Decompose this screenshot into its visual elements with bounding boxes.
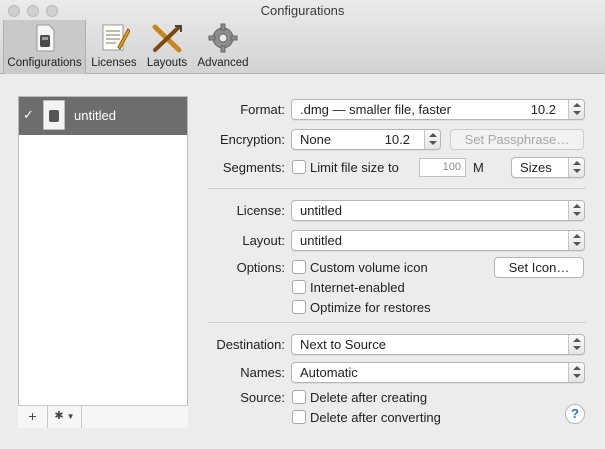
- popup-stepper-icon: [568, 231, 584, 250]
- encryption-version: 10.2: [384, 132, 410, 147]
- names-label: Names:: [240, 365, 285, 380]
- window-titlebar: Configurations Configurations Licenses L…: [0, 0, 605, 74]
- format-popup[interactable]: .dmg — smaller file, faster 10.2: [291, 99, 585, 120]
- optimize-for-restores-label: Optimize for restores: [310, 300, 431, 315]
- options-label: Options:: [236, 260, 285, 275]
- list-footer-bar: + ✱ ▼: [18, 405, 188, 428]
- license-label: License:: [236, 203, 285, 218]
- encryption-popup[interactable]: None 10.2: [291, 129, 441, 150]
- gear-icon: [208, 23, 238, 53]
- license-value: untitled: [300, 203, 342, 218]
- internet-enabled-label: Internet-enabled: [310, 280, 405, 295]
- disk-image-file-icon: [43, 100, 65, 130]
- crossed-tools-icon: [152, 24, 182, 53]
- popup-stepper-icon: [568, 335, 584, 354]
- destination-popup[interactable]: Next to Source: [291, 334, 585, 355]
- set-icon-button[interactable]: Set Icon…: [494, 257, 584, 278]
- section-divider: [208, 188, 586, 189]
- custom-volume-icon-label: Custom volume icon: [310, 260, 428, 275]
- popup-stepper-icon: [568, 363, 584, 382]
- toolbar-tab-advanced[interactable]: Advanced: [194, 20, 252, 74]
- delete-after-creating-checkbox[interactable]: [292, 390, 306, 404]
- layout-popup[interactable]: untitled: [291, 230, 585, 251]
- toolbar-tab-layouts[interactable]: Layouts: [142, 20, 192, 74]
- configuration-list[interactable]: ✓ untitled: [18, 96, 188, 428]
- sizes-popup[interactable]: Sizes: [511, 157, 585, 178]
- document-pen-icon: [102, 24, 130, 51]
- section-divider: [208, 322, 586, 323]
- source-label: Source:: [240, 390, 285, 405]
- toolbar-tab-licenses[interactable]: Licenses: [88, 20, 140, 74]
- delete-after-converting-label: Delete after converting: [310, 410, 441, 425]
- popup-stepper-icon: [568, 201, 584, 220]
- delete-after-converting-checkbox[interactable]: [292, 410, 306, 424]
- toolbar-tab-configurations[interactable]: Configurations: [3, 20, 86, 74]
- format-value: .dmg — smaller file, faster: [300, 102, 451, 117]
- encryption-value: None: [300, 132, 332, 147]
- toolbar-label-advanced: Advanced: [197, 57, 249, 69]
- toolbar-label-configurations: Configurations: [7, 57, 82, 69]
- action-menu-button[interactable]: ✱ ▼: [48, 406, 82, 428]
- list-item-label: untitled: [74, 108, 116, 123]
- popup-stepper-icon: [424, 130, 440, 149]
- checkmark-icon: ✓: [23, 107, 34, 122]
- optimize-for-restores-checkbox[interactable]: [292, 300, 306, 314]
- add-configuration-button[interactable]: +: [18, 406, 48, 428]
- toolbar-label-licenses: Licenses: [91, 57, 137, 69]
- limit-file-size-checkbox[interactable]: [292, 160, 306, 174]
- names-value: Automatic: [300, 365, 358, 380]
- internet-enabled-checkbox[interactable]: [292, 280, 306, 294]
- format-version: 10.2: [530, 102, 556, 117]
- list-item[interactable]: ✓ untitled: [19, 97, 187, 135]
- layout-label: Layout:: [242, 233, 285, 248]
- names-popup[interactable]: Automatic: [291, 362, 585, 383]
- size-unit-label: M: [473, 160, 484, 175]
- window-title: Configurations: [260, 3, 345, 18]
- popup-stepper-icon: [568, 158, 584, 177]
- custom-volume-icon-checkbox[interactable]: [292, 260, 306, 274]
- set-passphrase-button[interactable]: Set Passphrase…: [450, 129, 584, 150]
- license-popup[interactable]: untitled: [291, 200, 585, 221]
- sizes-value: Sizes: [520, 160, 552, 175]
- chevron-down-icon: ▼: [66, 412, 75, 421]
- segments-label: Segments:: [222, 160, 285, 175]
- delete-after-creating-label: Delete after creating: [310, 390, 428, 405]
- limit-file-size-label: Limit file size to: [310, 160, 399, 175]
- format-label: Format:: [240, 102, 285, 117]
- destination-value: Next to Source: [300, 337, 386, 352]
- gear-icon: ✱: [54, 410, 64, 422]
- help-button[interactable]: ?: [565, 404, 585, 424]
- file-size-field[interactable]: 100: [419, 158, 466, 177]
- popup-stepper-icon: [568, 100, 584, 119]
- destination-label: Destination:: [216, 337, 285, 352]
- layout-value: untitled: [300, 233, 342, 248]
- encryption-label: Encryption:: [219, 132, 285, 147]
- toolbar-label-layouts: Layouts: [146, 57, 188, 69]
- disk-image-icon: [36, 24, 54, 52]
